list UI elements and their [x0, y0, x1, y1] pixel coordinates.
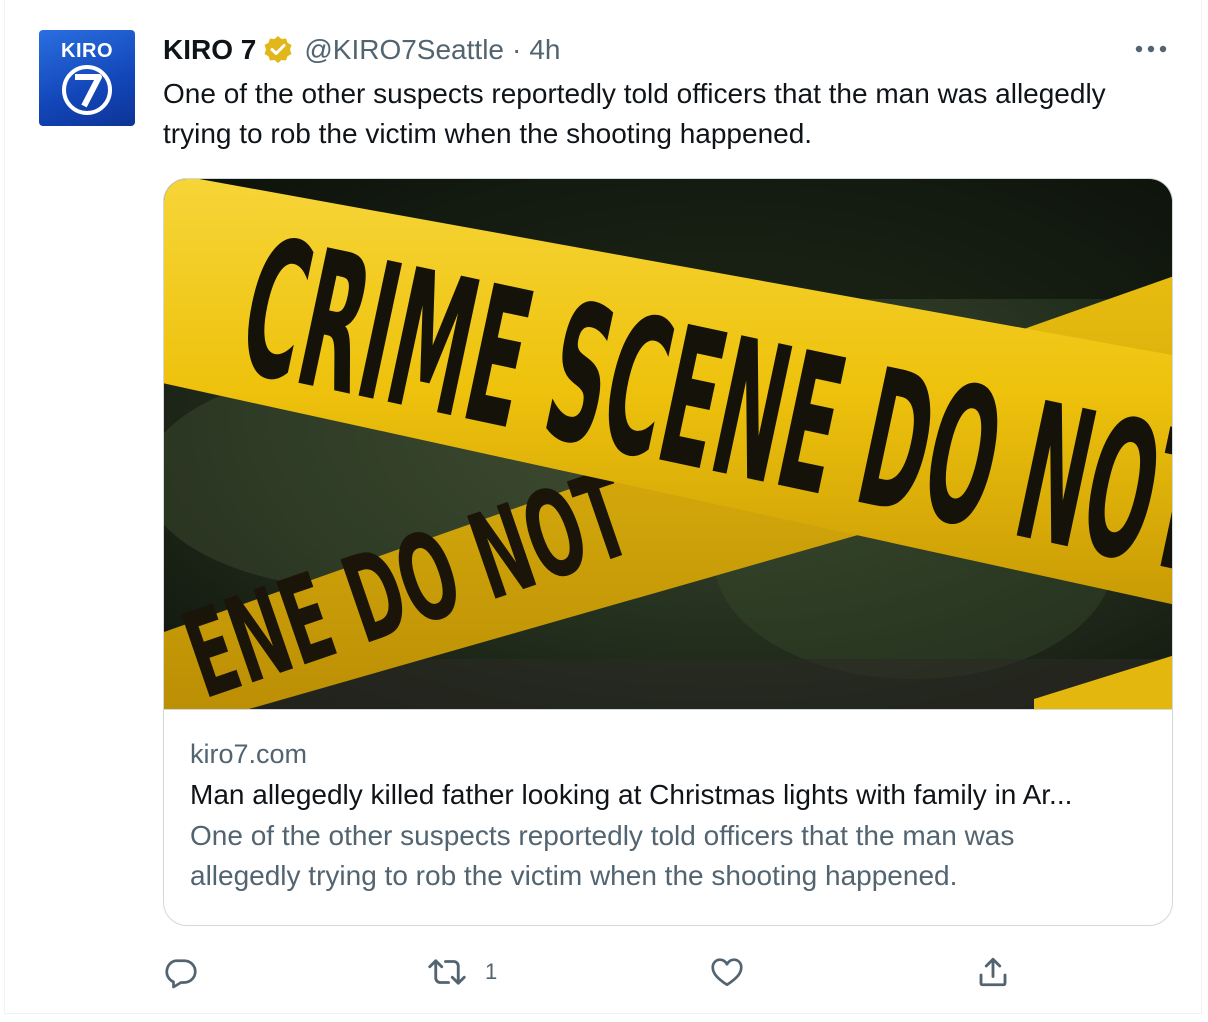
- seven-logo-icon: [62, 65, 112, 115]
- tweet-header: KIRO 7 @KIRO7Seattle · 4h: [163, 30, 560, 70]
- reply-icon: [165, 959, 197, 989]
- like-button[interactable]: [709, 950, 745, 994]
- reply-button[interactable]: [163, 950, 199, 994]
- separator-dot: ·: [511, 34, 522, 65]
- card-description: One of the other suspects reportedly tol…: [190, 820, 1015, 891]
- retweet-button[interactable]: 1: [427, 950, 497, 994]
- card-image: ENE DO NOT SC CRIME SCENE DO NOT CR: [164, 179, 1172, 709]
- tweet-text: One of the other suspects reportedly tol…: [163, 78, 1106, 149]
- more-options-button[interactable]: [1131, 36, 1171, 62]
- action-bar: 1: [163, 950, 1163, 994]
- verified-badge-icon: [262, 34, 294, 66]
- avatar[interactable]: KIRO: [39, 30, 135, 126]
- retweet-count: 1: [485, 959, 498, 984]
- timestamp[interactable]: 4h: [529, 34, 560, 66]
- card-domain: kiro7.com: [190, 739, 308, 769]
- tweet[interactable]: KIRO KIRO 7 @KIRO7Seattle · 4h One of th…: [4, 0, 1202, 1014]
- share-icon: [979, 957, 1007, 987]
- avatar-label: KIRO: [61, 40, 113, 62]
- author-name[interactable]: KIRO 7: [163, 34, 256, 66]
- more-dots-icon: [1135, 45, 1167, 53]
- card-title: Man allegedly killed father looking at C…: [190, 779, 1073, 810]
- retweet-icon: [428, 959, 466, 985]
- link-card[interactable]: ENE DO NOT SC CRIME SCENE DO NOT CR kiro…: [163, 178, 1173, 926]
- share-button[interactable]: [975, 950, 1011, 994]
- card-body: kiro7.com Man allegedly killed father lo…: [164, 709, 1172, 925]
- heart-icon: [711, 958, 743, 987]
- author-handle[interactable]: @KIRO7Seattle: [304, 34, 504, 66]
